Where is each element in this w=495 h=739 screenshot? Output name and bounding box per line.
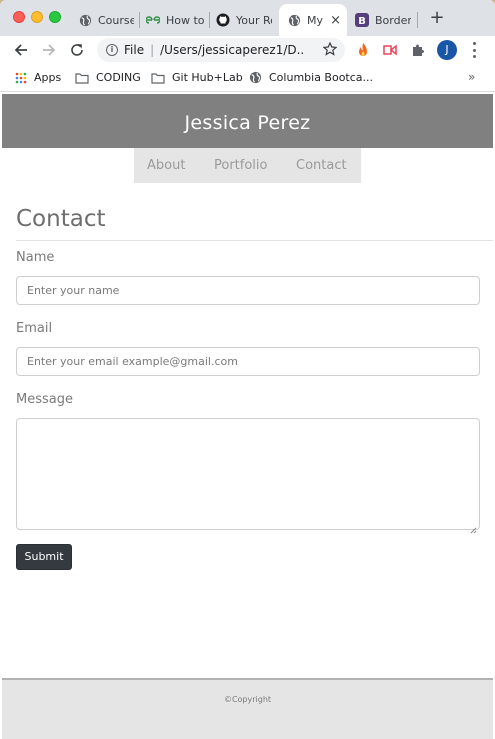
tab-course[interactable]: Course	[78, 6, 134, 34]
message-textarea[interactable]	[16, 418, 480, 534]
tab-divider	[417, 12, 418, 28]
folder-icon	[151, 72, 165, 84]
site-footer: ©Copyright	[2, 678, 493, 739]
github-icon	[216, 13, 230, 27]
site-nav: About Portfolio Contact	[134, 148, 361, 183]
bookmark-label: Apps	[34, 71, 62, 84]
bookmarks-bar: Apps CODING Git Hub+Lab Columbia Bootca.…	[0, 64, 495, 92]
name-label: Name	[16, 250, 55, 265]
tab-my-active[interactable]: My ×	[279, 4, 347, 36]
tab-label: Border	[375, 13, 411, 27]
tab-label: My	[307, 13, 324, 27]
folder-icon	[75, 72, 89, 84]
tab-strip: Course How to Your Re My × B	[0, 0, 495, 36]
scheme-label: File	[124, 43, 145, 57]
tab-divider	[209, 12, 210, 28]
screencast-extension-icon[interactable]	[381, 41, 399, 59]
copyright-text: ©Copyright	[223, 695, 272, 704]
page-title: Contact	[16, 206, 106, 232]
bookmarks-overflow-chevron-icon[interactable]: »	[468, 70, 475, 84]
browser-window: Course How to Your Re My × B	[0, 0, 495, 739]
bookmark-columbia-bootcamp[interactable]: Columbia Bootca...	[249, 71, 373, 84]
globe-icon	[249, 71, 262, 84]
title-divider	[16, 240, 493, 241]
info-icon[interactable]: i	[106, 44, 118, 56]
bookmark-star-icon[interactable]	[322, 41, 338, 59]
tab-label: Course	[98, 13, 134, 27]
forward-arrow-icon[interactable]	[40, 41, 58, 59]
close-window-button[interactable]	[13, 11, 25, 23]
bookmark-apps[interactable]: Apps	[15, 71, 61, 84]
new-tab-button[interactable]: +	[428, 9, 446, 27]
reload-icon[interactable]	[68, 41, 86, 59]
browser-toolbar: i File | /Users/jessicaperez1/D... J	[0, 36, 495, 64]
site-header: Jessica Perez	[2, 94, 493, 148]
bookmark-label: CODING	[96, 71, 141, 84]
url-text[interactable]: /Users/jessicaperez1/D...	[160, 43, 305, 57]
resize-grip-icon[interactable]	[469, 519, 477, 534]
name-input[interactable]: Enter your name	[16, 276, 480, 305]
address-divider: |	[150, 43, 155, 57]
globe-icon	[287, 13, 301, 27]
apps-grid-icon	[15, 72, 27, 84]
maximize-window-button[interactable]	[49, 11, 61, 23]
bookmark-label: Git Hub+Lab	[172, 71, 243, 84]
web-page: Jessica Perez About Portfolio Contact Co…	[2, 94, 493, 739]
tab-how-to[interactable]: How to	[146, 6, 204, 34]
address-bar[interactable]: i File | /Users/jessicaperez1/D...	[97, 38, 345, 62]
bootstrap-icon: B	[355, 13, 369, 27]
tab-border[interactable]: B Border	[355, 6, 411, 34]
tab-label: Your Re	[236, 13, 272, 27]
geeksforgeeks-icon	[146, 13, 160, 27]
bookmark-label: Columbia Bootca...	[269, 71, 374, 84]
back-arrow-icon[interactable]	[12, 41, 30, 59]
minimize-window-button[interactable]	[31, 11, 43, 23]
bookmark-coding-folder[interactable]: CODING	[75, 71, 141, 84]
tab-divider	[139, 12, 140, 28]
menu-kebab-icon[interactable]	[470, 42, 478, 58]
tab-your-repositories[interactable]: Your Re	[216, 6, 272, 34]
tab-close-icon[interactable]: ×	[330, 13, 341, 28]
message-label: Message	[16, 392, 73, 407]
tab-label: How to	[166, 13, 204, 27]
globe-icon	[78, 13, 92, 27]
nav-link-contact[interactable]: Contact	[296, 158, 347, 173]
submit-button[interactable]: Submit	[16, 544, 72, 570]
svg-text:B: B	[358, 16, 366, 27]
bookmark-github-lab-folder[interactable]: Git Hub+Lab	[151, 71, 243, 84]
nav-link-about[interactable]: About	[147, 158, 185, 173]
email-label: Email	[16, 321, 53, 336]
email-input[interactable]: Enter your email example@gmail.com	[16, 347, 480, 376]
flame-extension-icon[interactable]	[354, 41, 372, 59]
extensions-puzzle-icon[interactable]	[409, 41, 427, 59]
profile-avatar[interactable]: J	[437, 40, 457, 60]
nav-link-portfolio[interactable]: Portfolio	[214, 158, 267, 173]
